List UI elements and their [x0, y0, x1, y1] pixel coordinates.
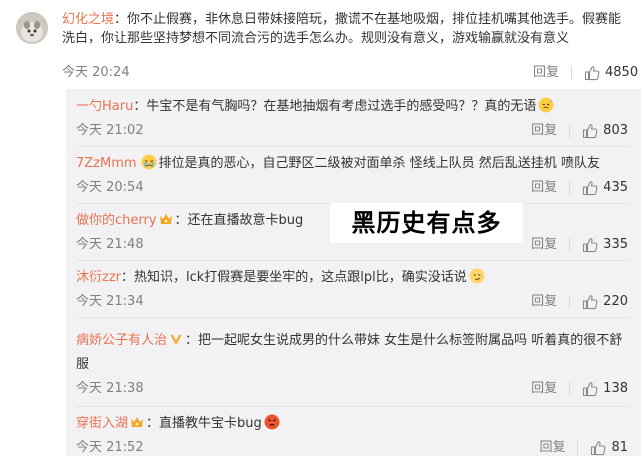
divider: [569, 181, 571, 195]
divider: [569, 382, 571, 396]
divider: [577, 441, 579, 455]
divider: [571, 66, 573, 80]
reply-username[interactable]: 7ZzMmm: [76, 156, 137, 171]
reply-actions: 回复 335: [531, 236, 628, 254]
like-button[interactable]: 803: [582, 122, 628, 140]
like-count: 138: [603, 381, 628, 396]
reply-username[interactable]: 沐衍zzr: [76, 270, 121, 285]
reply-meta: 今天 21:34 回复 220: [76, 293, 628, 311]
reply-list: 一勺Haru：牛宝不是有气胸吗？在基地抽烟有考虑过选手的感受吗？？真的无语 今天…: [66, 89, 641, 456]
comment-text: ：你不止假赛，非休息日带妹接陪玩，撒谎不在基地吸烟，排位挂机嘴其他选手。假赛能洗…: [62, 12, 622, 46]
reply-body: 穿街入湖 ：直播教牛宝卡bug: [76, 414, 628, 433]
reply-actions: 回复 435: [531, 179, 628, 197]
verified-v-badge-icon: [169, 331, 183, 345]
reply-button[interactable]: 回复: [531, 236, 557, 254]
reply-time: 今天 21:38: [76, 381, 144, 396]
reply-button[interactable]: 回复: [531, 179, 557, 197]
reply-text: 排位是真的恶心，自己野区二级被对面单杀 怪线上队员 然后乱送挂机 喷队友: [158, 156, 600, 171]
reply-text: ：直播教牛宝卡bug: [146, 416, 262, 431]
reply-body: 7ZzMmm 排位是真的恶心，自己野区二级被对面单杀 怪线上队员 然后乱送挂机 喷…: [76, 154, 628, 173]
reply-button[interactable]: 回复: [531, 122, 557, 140]
avatar-image: [16, 12, 48, 44]
comment-time: 今天 20:24: [62, 65, 130, 80]
reply-actions: 回复 220: [531, 293, 628, 311]
reply-meta: 今天 21:02 回复 803: [76, 122, 628, 140]
reply-time: 今天 21:52: [76, 440, 144, 455]
reply-divider: [76, 317, 631, 318]
reply-actions: 回复 803: [531, 122, 628, 140]
reply-button[interactable]: 回复: [531, 293, 557, 311]
sweat-emoji-icon: [538, 97, 554, 113]
like-count: 220: [603, 294, 628, 309]
reply-username[interactable]: 病娇公子有人治: [76, 333, 167, 348]
reply-time: 今天 21:02: [76, 123, 144, 138]
crying-emoji-icon: [141, 154, 157, 170]
reply-text: ：还在直播故意卡bug: [174, 213, 304, 228]
thumbs-up-icon: [584, 66, 600, 81]
reply-body: 一勺Haru：牛宝不是有气胸吗？在基地抽烟有考虑过选手的感受吗？？真的无语: [76, 97, 628, 116]
like-count: 4850: [605, 65, 639, 80]
thumbs-up-icon: [583, 295, 598, 310]
thumbs-up-icon: [583, 382, 598, 397]
reply-divider: [76, 406, 631, 407]
reply-divider: [76, 146, 631, 147]
divider: [569, 295, 571, 309]
thumbs-up-icon: [591, 441, 606, 456]
overlay-caption: 黑历史有点多: [330, 203, 523, 243]
like-button[interactable]: 220: [582, 293, 628, 311]
thumbs-up-icon: [583, 124, 598, 139]
reply-actions: 回复 81: [539, 439, 628, 456]
reply-time: 今天 21:34: [76, 294, 144, 309]
reply-username[interactable]: 穿街入湖: [76, 416, 128, 431]
thumbs-up-icon: [583, 181, 598, 196]
smirk-emoji-icon: [469, 268, 485, 284]
like-count: 81: [611, 440, 628, 455]
reply-divider: [76, 260, 631, 261]
like-count: 435: [603, 180, 628, 195]
reply-body: 沐衍zzr：热知识，lck打假赛是要坐牢的，这点跟lpl比，确实没话说: [76, 268, 628, 287]
reply-meta: 今天 21:38 回复 138: [76, 380, 628, 398]
reply-button[interactable]: 回复: [531, 380, 557, 398]
reply-button[interactable]: 回复: [533, 64, 559, 82]
divider: [569, 238, 571, 252]
comment-thread: 幻化之境：你不止假赛，非休息日带妹接陪玩，撒谎不在基地吸烟，排位挂机嘴其他选手。…: [0, 0, 641, 456]
main-comment-body: 幻化之境：你不止假赛，非休息日带妹接陪玩，撒谎不在基地吸烟，排位挂机嘴其他选手。…: [62, 10, 628, 48]
reply-body: 病娇公子有人治 ：把一起呢女生说成男的什么带妹 女生是什么标签附属品吗 听着真的很…: [76, 329, 628, 377]
reply-text: ：热知识，lck打假赛是要坐牢的，这点跟lpl比，确实没话说: [121, 270, 467, 285]
like-count: 803: [603, 123, 628, 138]
reply-time: 今天 20:54: [76, 180, 144, 195]
reply-actions: 回复 138: [531, 380, 628, 398]
thumbs-up-icon: [583, 238, 598, 253]
vip-badge-icon: [159, 213, 173, 226]
comment-actions: 回复 4850: [533, 64, 638, 82]
reply-time: 今天 21:48: [76, 237, 144, 252]
reply-meta: 今天 21:52 回复 81: [76, 439, 628, 456]
comment-username[interactable]: 幻化之境: [62, 12, 114, 27]
reply-text: ：牛宝不是有气胸吗？在基地抽烟有考虑过选手的感受吗？？真的无语: [133, 99, 537, 114]
divider: [569, 124, 571, 138]
reply-button[interactable]: 回复: [539, 439, 565, 456]
avatar[interactable]: [16, 12, 48, 44]
main-comment: 幻化之境：你不止假赛，非休息日带妹接陪玩，撒谎不在基地吸烟，排位挂机嘴其他选手。…: [0, 0, 641, 89]
like-button[interactable]: 138: [582, 380, 628, 398]
reply-meta: 今天 20:54 回复 435: [76, 179, 628, 197]
like-button[interactable]: 4850: [584, 64, 638, 82]
reply-username[interactable]: 一勺Haru: [76, 99, 133, 114]
like-button[interactable]: 81: [590, 439, 628, 456]
like-button[interactable]: 435: [582, 179, 628, 197]
reply-username[interactable]: 做你的cherry: [76, 213, 157, 228]
angry-emoji-icon: [264, 414, 280, 430]
like-button[interactable]: 335: [582, 236, 628, 254]
like-count: 335: [603, 237, 628, 252]
vip-badge-icon: [130, 416, 144, 429]
